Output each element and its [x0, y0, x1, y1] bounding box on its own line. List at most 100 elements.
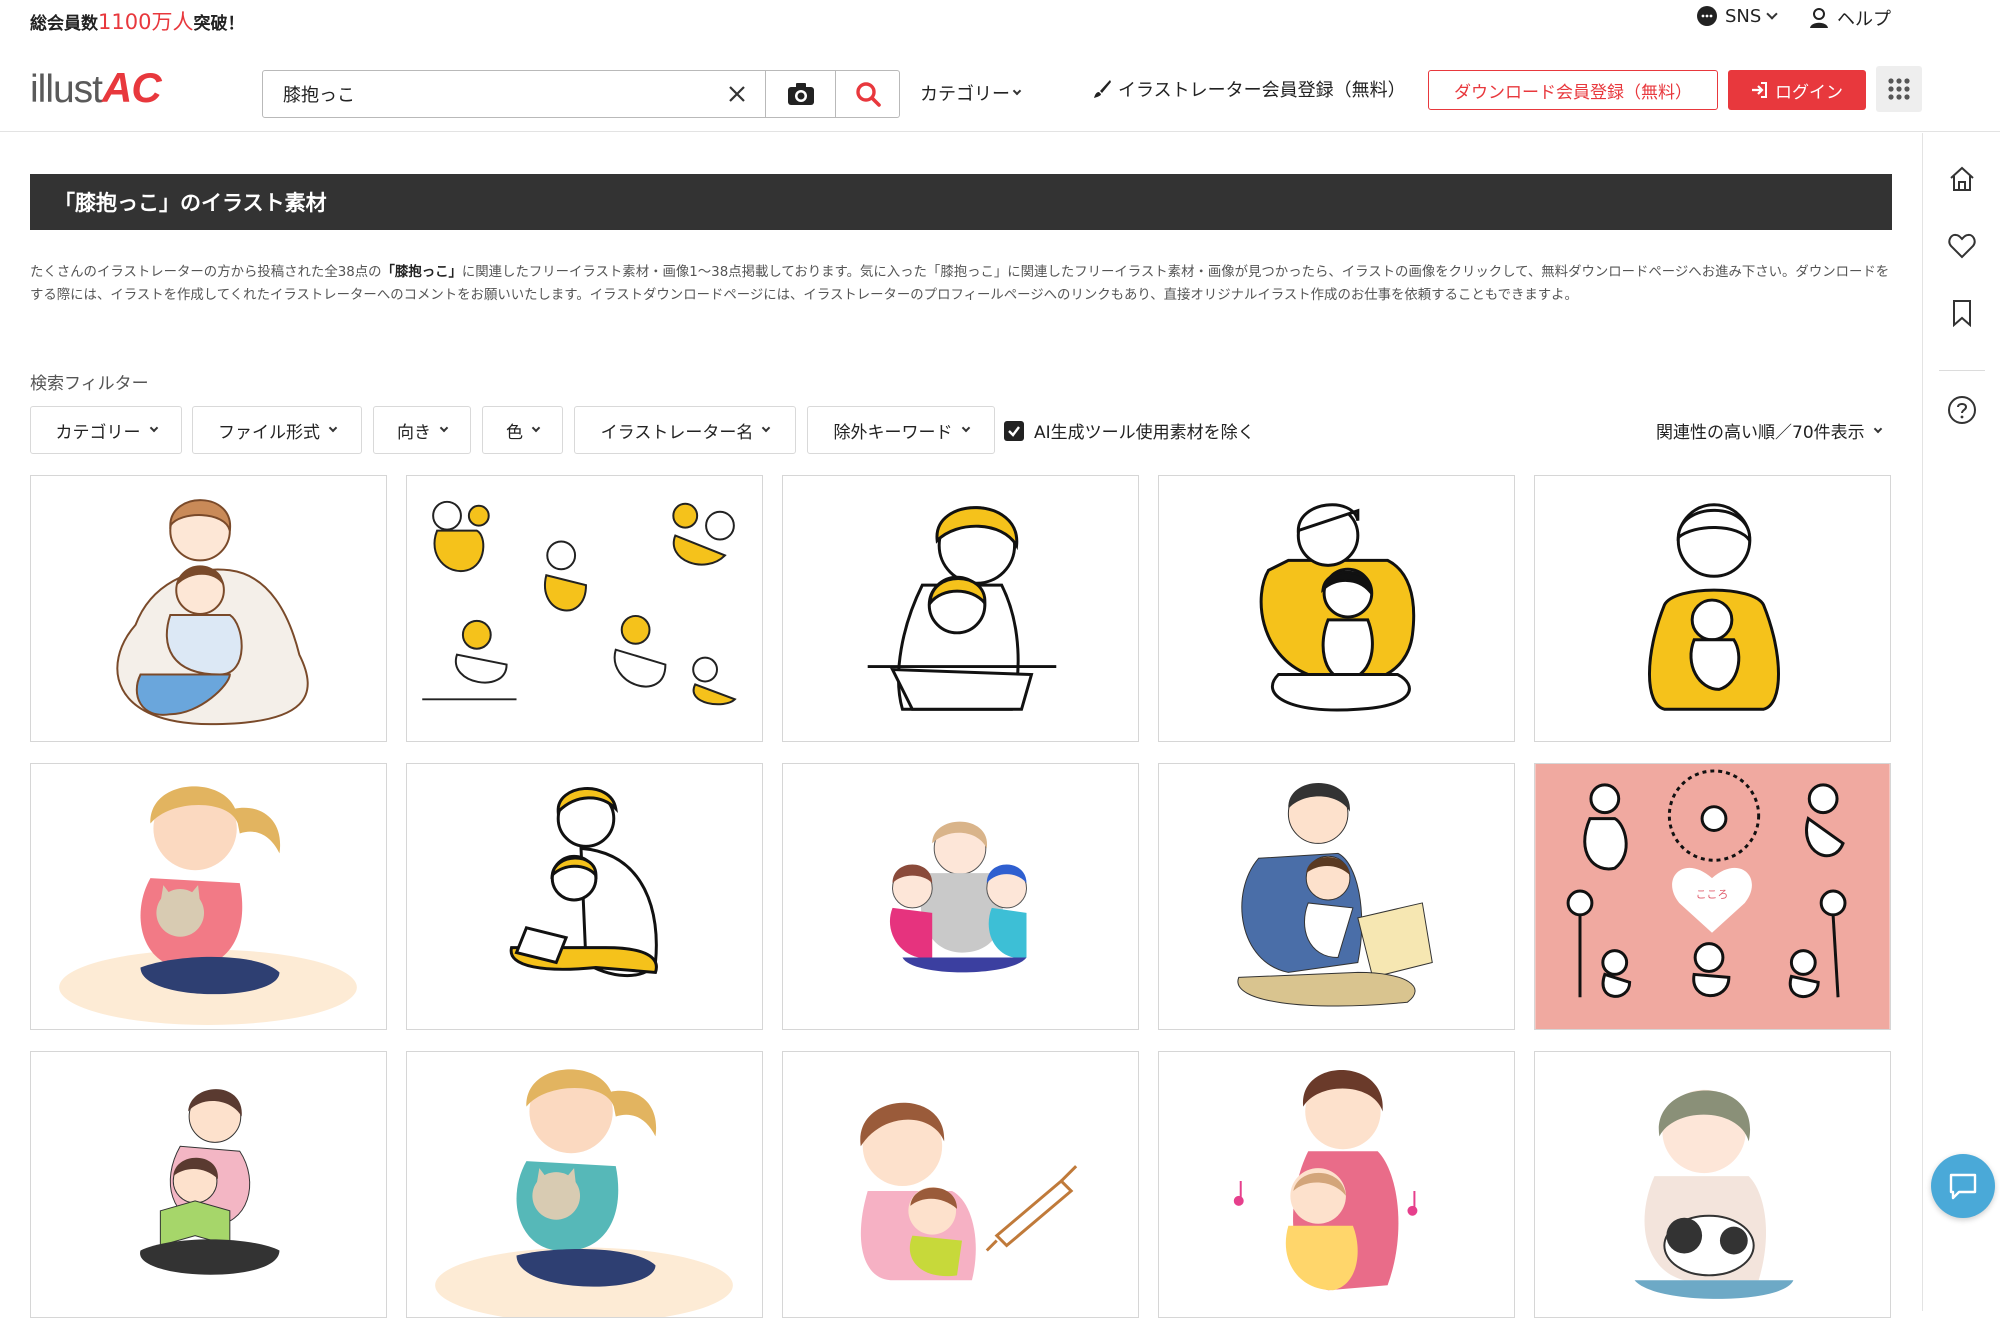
filter-category-label: カテゴリー — [55, 422, 141, 443]
brush-icon — [1094, 80, 1111, 98]
help-link[interactable]: ヘルプ — [1808, 5, 1891, 31]
chat-icon — [1949, 1173, 1977, 1200]
search-icon — [855, 82, 881, 107]
desc-keyword: 「膝抱っこ」 — [381, 265, 462, 280]
help-label: ヘルプ — [1837, 9, 1891, 30]
login-icon — [1752, 82, 1767, 98]
chat-bubble-icon — [1697, 6, 1717, 26]
checkbox-icon — [1004, 420, 1024, 441]
camera-icon — [787, 83, 814, 105]
filter-label: 検索フィルター — [30, 374, 149, 394]
close-icon — [729, 86, 745, 102]
site-header: illustAC カテゴリー イラストレーター会員登録（無料） ダウンロード会員… — [0, 34, 2000, 132]
site-logo[interactable]: illustAC — [30, 64, 162, 112]
thumbnail-card[interactable] — [406, 1051, 763, 1318]
image-search-button[interactable] — [765, 71, 835, 117]
filter-exclude-keyword-dropdown[interactable]: 除外キーワード — [807, 406, 995, 454]
chevron-down-icon — [1012, 86, 1022, 96]
bookmark-button[interactable] — [1923, 283, 2000, 343]
chevron-down-icon — [961, 423, 970, 433]
ai-exclude-checkbox[interactable]: AI生成ツール使用素材を除く — [1004, 418, 1255, 443]
apps-menu-button[interactable] — [1876, 66, 1922, 112]
filter-file-format-label: ファイル形式 — [218, 422, 320, 443]
filter-orientation-dropdown[interactable]: 向き — [373, 406, 471, 454]
thumbnail-card[interactable] — [30, 475, 387, 742]
thumbnail-card[interactable] — [1158, 763, 1515, 1030]
logo-text-ac: AC — [102, 64, 162, 111]
sort-dropdown[interactable]: 関連性の高い順／70件表示 — [1656, 418, 1882, 443]
filter-orientation-label: 向き — [397, 422, 431, 443]
girl-holding-cat-illustration — [59, 786, 357, 1026]
help-question-button[interactable] — [1923, 380, 2000, 440]
heart-icon — [1948, 233, 1976, 259]
sort-label: 関連性の高い順／70件表示 — [1656, 423, 1865, 443]
search-button[interactable] — [835, 71, 899, 117]
father-child-picture-book-illustration — [1237, 782, 1433, 1007]
hugging-figures-illustration: こころ — [1535, 764, 1890, 1029]
download-register-button[interactable]: ダウンロード会員登録（無料） — [1428, 70, 1718, 110]
right-rail — [1922, 133, 2000, 1311]
favorites-button[interactable] — [1923, 216, 2000, 276]
mother-with-two-children-illustration — [889, 821, 1027, 973]
thumbnail-card[interactable] — [1534, 475, 1891, 742]
mother-holding-baby-illustration — [1647, 503, 1780, 711]
chevron-down-icon — [762, 423, 771, 433]
home-icon — [1950, 166, 1974, 191]
home-button[interactable] — [1923, 149, 2000, 209]
filter-color-label: 色 — [506, 422, 523, 443]
category-dropdown[interactable]: カテゴリー — [920, 80, 1022, 106]
filter-file-format-dropdown[interactable]: ファイル形式 — [192, 406, 362, 454]
filter-category-dropdown[interactable]: カテゴリー — [30, 406, 182, 454]
chevron-down-icon — [149, 423, 158, 433]
login-label: ログイン — [1775, 82, 1843, 103]
thumbnail-card[interactable] — [782, 1051, 1139, 1318]
illustrator-register-link[interactable]: イラストレーター会員登録（無料） — [1092, 76, 1406, 102]
thumbnail-card[interactable] — [1158, 1051, 1515, 1318]
search-input[interactable] — [263, 72, 709, 116]
thumbnail-card[interactable]: こころ — [1534, 763, 1891, 1030]
desc-part-1: たくさんのイラストレーターの方から投稿された全38点の — [30, 265, 382, 280]
top-bar: 総会員数1100万人突破！ SNS ヘルプ — [0, 0, 2000, 36]
chevron-down-icon — [1766, 8, 1778, 20]
thumbnail-card[interactable] — [1534, 1051, 1891, 1318]
category-label: カテゴリー — [920, 84, 1010, 105]
download-register-label: ダウンロード会員登録（無料） — [1454, 82, 1692, 103]
father-child-yellow-illustration — [1259, 503, 1416, 712]
ai-exclude-label: AI生成ツール使用素材を除く — [1034, 423, 1255, 443]
sns-label: SNS — [1725, 5, 1762, 27]
thumbnail-card[interactable] — [30, 763, 387, 1030]
grid-apps-icon — [1888, 78, 1910, 100]
announce-suffix: 突破！ — [193, 14, 245, 34]
clear-search-button[interactable] — [709, 71, 765, 117]
thumbnail-card[interactable] — [782, 763, 1139, 1030]
thumbnail-card[interactable] — [406, 475, 763, 742]
illustrator-register-label: イラストレーター会員登録（無料） — [1118, 80, 1406, 101]
girl-holding-cat-gray-hair-illustration — [1634, 1089, 1794, 1299]
question-icon — [1948, 396, 1976, 424]
mother-child-injection-illustration — [860, 1102, 1078, 1281]
filter-illustrator-dropdown[interactable]: イラストレーター名 — [574, 406, 796, 454]
announce-prefix: 総会員数 — [30, 14, 98, 34]
page-title-bar: 「膝抱っこ」のイラスト素材 — [30, 174, 1892, 230]
page-title: 「膝抱っこ」のイラスト素材 — [54, 191, 327, 215]
thumbnail-card[interactable] — [406, 763, 763, 1030]
sns-menu[interactable]: SNS — [1696, 5, 1778, 27]
parent-child-set-illustration — [422, 500, 737, 706]
chevron-down-icon — [439, 423, 449, 433]
mother-hugging-child-illustration — [116, 499, 309, 726]
filter-color-dropdown[interactable]: 色 — [482, 406, 563, 454]
thumbnail-card[interactable] — [782, 475, 1139, 742]
mother-daughter-reading-illustration — [140, 1089, 280, 1275]
search-bar — [262, 70, 900, 118]
thumbnail-card[interactable] — [30, 1051, 387, 1318]
logo-text-illust: illust — [30, 68, 103, 111]
girl-holding-cat-teal-illustration — [435, 1069, 733, 1317]
login-button[interactable]: ログイン — [1728, 70, 1866, 110]
announce-number: 1100万人 — [98, 10, 194, 34]
chat-support-button[interactable] — [1931, 1154, 1995, 1218]
member-count-announcement: 総会員数1100万人突破！ — [30, 6, 244, 36]
father-child-reading-illustration — [509, 786, 658, 978]
filter-illustrator-label: イラストレーター名 — [600, 422, 754, 443]
chevron-down-icon — [328, 423, 338, 433]
thumbnail-card[interactable] — [1158, 475, 1515, 742]
